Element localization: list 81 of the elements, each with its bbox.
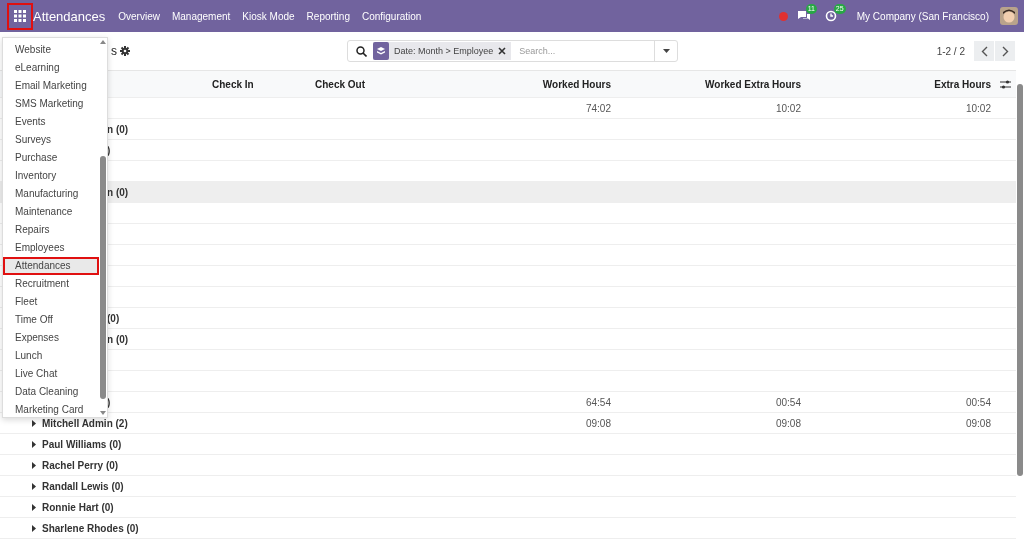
view-title: s [111, 44, 117, 58]
app-menu-item[interactable]: Expenses [3, 329, 99, 347]
grid-icon [14, 10, 26, 22]
app-menu-item[interactable]: Marketing Card [3, 401, 99, 419]
app-menu-item[interactable]: Attendances [3, 257, 99, 275]
caret-icon[interactable] [662, 49, 670, 53]
column-toggle-icon[interactable] [1000, 79, 1011, 89]
app-menu-item[interactable]: Lunch [3, 347, 99, 365]
app-menu-item[interactable]: Maintenance [3, 203, 99, 221]
table-cell: 00:54 [965, 396, 991, 408]
avatar-icon[interactable] [1000, 7, 1018, 25]
nav-menu-item[interactable]: Overview [118, 10, 160, 22]
search-input[interactable]: Search... [517, 45, 648, 57]
pager-value[interactable]: 1-2 / 2 [936, 45, 965, 57]
next-button[interactable] [995, 41, 1015, 61]
group-row-label[interactable]: Sharlene Rhodes (0) [42, 522, 139, 534]
app-menu-item[interactable]: Events [3, 113, 99, 131]
previous-button[interactable] [974, 41, 994, 61]
expand-caret-icon[interactable] [32, 461, 36, 469]
group-row-label[interactable]: Mitchell Admin (2) [42, 417, 128, 429]
app-menu-item[interactable]: eLearning [3, 59, 99, 77]
group-row-label[interactable]: (0) [107, 312, 120, 324]
app-title[interactable]: Attendances [33, 8, 106, 24]
column-header[interactable]: Extra Hours [934, 78, 991, 90]
menu-scrollbar[interactable] [99, 38, 107, 417]
clock-icon[interactable] [824, 10, 837, 22]
apps-menu-button[interactable] [7, 2, 33, 30]
app-menu-item[interactable]: Fleet [3, 293, 99, 311]
app-menu-item[interactable]: Recruitment [3, 275, 99, 293]
nav-menu-item[interactable]: Configuration [361, 10, 422, 22]
app-menu-item[interactable]: Surveys [3, 131, 99, 149]
group-row-label[interactable]: Ronnie Hart (0) [42, 501, 114, 513]
app-menu-item[interactable]: Email Marketing [3, 77, 99, 95]
table-cell: 09:08 [965, 417, 991, 429]
group-row-label[interactable]: n (0) [107, 333, 129, 345]
facet-label: Date: Month > Employee [394, 46, 494, 56]
app-menu-item[interactable]: Live Chat [3, 365, 99, 383]
app-menu-item[interactable]: Inventory [3, 167, 99, 185]
scroll-down-icon[interactable] [100, 411, 106, 415]
expand-caret-icon[interactable] [32, 482, 36, 490]
group-row-label[interactable]: Paul Williams (0) [42, 438, 122, 450]
group-row-label[interactable]: Randall Lewis (0) [42, 480, 124, 492]
settings-icon[interactable] [120, 46, 130, 56]
app-menu-item[interactable]: Data Cleaning [3, 383, 99, 401]
app-menu-item[interactable]: SMS Marketing [3, 95, 99, 113]
app-menu-item[interactable]: Time Off [3, 311, 99, 329]
app-menu-item[interactable]: Website [3, 41, 99, 59]
search-icon [356, 45, 367, 57]
expand-caret-icon[interactable] [32, 440, 36, 448]
layers-icon [376, 46, 386, 56]
expand-caret-icon[interactable] [32, 419, 36, 427]
column-header[interactable]: Worked Hours [542, 78, 611, 90]
table-cell: 10:02 [965, 102, 991, 114]
column-header[interactable]: Check Out [315, 78, 365, 90]
nav-menu-item[interactable]: Management [171, 10, 231, 22]
expand-caret-icon[interactable] [32, 524, 36, 532]
app-menu-item[interactable]: Manufacturing [3, 185, 99, 203]
table-cell: 10:02 [775, 102, 801, 114]
table-cell: 09:08 [585, 417, 611, 429]
scroll-up-icon[interactable] [100, 40, 106, 44]
nav-menu-item[interactable]: Reporting [306, 10, 350, 22]
recording-dot-icon[interactable] [778, 11, 788, 21]
expand-caret-icon[interactable] [32, 503, 36, 511]
group-row-label[interactable]: n (0) [107, 123, 129, 135]
group-row-label[interactable]: Rachel Perry (0) [42, 459, 119, 471]
company-switcher[interactable]: My Company (San Francisco) [856, 10, 989, 22]
table-cell: 00:54 [775, 396, 801, 408]
chat-icon[interactable] [796, 10, 811, 22]
app-menu-item[interactable]: Employees [3, 239, 99, 257]
app-menu-item[interactable]: Purchase [3, 149, 99, 167]
close-icon[interactable] [498, 47, 507, 55]
app-menu-item[interactable]: Repairs [3, 221, 99, 239]
column-header[interactable]: Worked Extra Hours [705, 78, 801, 90]
column-header[interactable]: Check In [212, 78, 254, 90]
chevron-left-icon [980, 45, 988, 57]
chevron-right-icon [1001, 45, 1009, 57]
table-cell: 09:08 [775, 417, 801, 429]
nav-menu-item[interactable]: Kiosk Mode [242, 10, 295, 22]
table-cell: 74:02 [585, 102, 611, 114]
table-cell: 64:54 [585, 396, 611, 408]
group-row-label[interactable]: n (0) [107, 186, 129, 198]
